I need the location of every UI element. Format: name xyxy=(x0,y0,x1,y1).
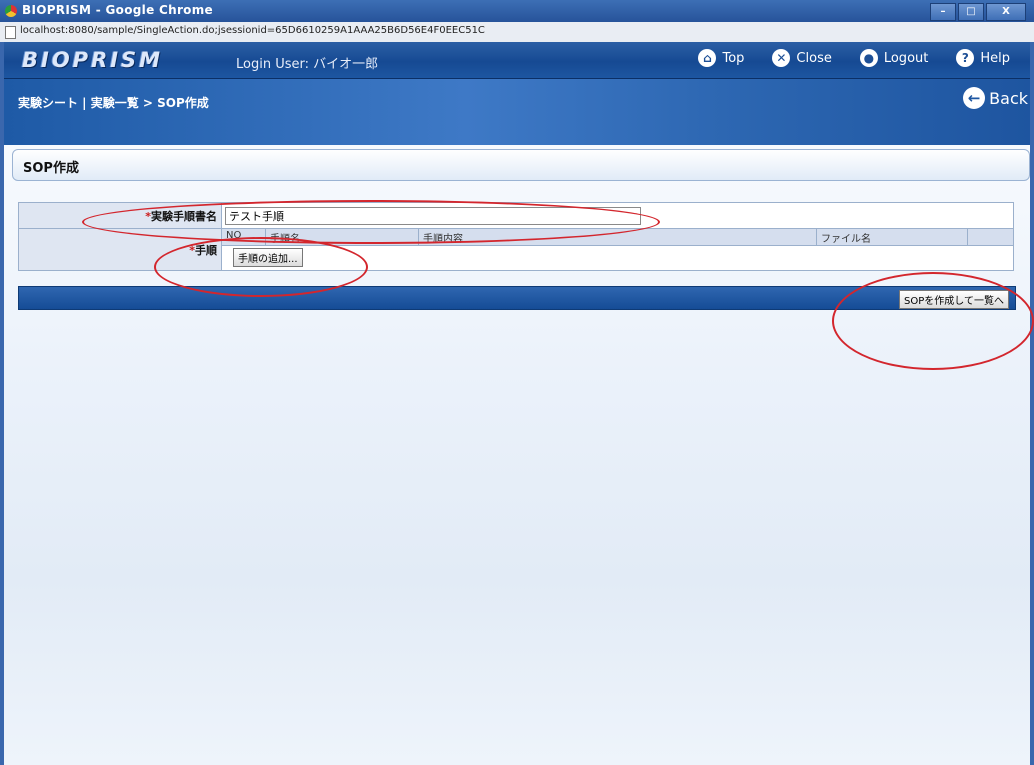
page-icon xyxy=(5,26,16,39)
back-arrow-icon: ← xyxy=(963,87,986,109)
window-titlebar: BIOPRISM - Google Chrome – □ X xyxy=(0,0,1034,22)
sop-name-label: *実験手順書名 xyxy=(18,202,222,229)
steps-table-body: 手順の追加... xyxy=(222,246,1013,270)
window-controls: – □ X xyxy=(930,3,1026,21)
bioprism-logo: BIOPRISM xyxy=(22,48,164,72)
address-bar[interactable]: localhost:8080/sample/SingleAction.do;js… xyxy=(0,22,1034,43)
create-sop-button[interactable]: SOPを作成して一覧へ xyxy=(899,290,1009,309)
sop-form-table: *実験手順書名 *手順 NO 手順名 手順内容 ファイル名 手順の追加... xyxy=(18,202,1014,271)
main-content: SOP作成 *実験手順書名 *手順 NO 手順名 手順内容 ファイル名 xyxy=(4,145,1030,765)
col-step-name: 手順名 xyxy=(266,229,419,245)
section-header: SOP作成 xyxy=(12,149,1030,181)
login-user-label: Login User: バイオ一郎 xyxy=(236,57,379,72)
nav-help-label: Help xyxy=(980,50,1010,66)
steps-label-text: 手順 xyxy=(195,243,217,257)
close-window-button[interactable]: X xyxy=(986,3,1026,21)
window-border-right xyxy=(1030,42,1034,765)
col-step-content: 手順内容 xyxy=(419,229,817,245)
chrome-app-icon xyxy=(5,5,17,17)
header-nav: ⌂ Top ✕ Close ● Logout ? Help xyxy=(670,49,1010,67)
sop-name-cell xyxy=(221,202,1014,229)
nav-help-link[interactable]: ? Help xyxy=(956,49,1010,67)
steps-table-header: NO 手順名 手順内容 ファイル名 xyxy=(222,229,1013,246)
steps-cell: NO 手順名 手順内容 ファイル名 手順の追加... xyxy=(221,228,1014,271)
nav-top-link[interactable]: ⌂ Top xyxy=(698,49,744,67)
col-file-name: ファイル名 xyxy=(817,229,968,245)
col-extra xyxy=(968,229,1013,245)
sop-name-label-text: 実験手順書名 xyxy=(151,209,217,223)
add-step-button[interactable]: 手順の追加... xyxy=(233,248,303,267)
close-icon: ✕ xyxy=(772,49,791,67)
nav-close-link[interactable]: ✕ Close xyxy=(772,49,832,67)
action-bar: SOPを作成して一覧へ xyxy=(18,286,1016,310)
window-title: BIOPRISM - Google Chrome xyxy=(22,3,213,17)
breadcrumb-band: 実験シート | 実験一覧 > SOP作成 ← Back xyxy=(4,79,1030,145)
page-title: SOP作成 xyxy=(23,161,79,176)
logout-icon: ● xyxy=(859,49,878,67)
maximize-button[interactable]: □ xyxy=(958,3,984,21)
nav-top-label: Top xyxy=(722,50,745,66)
col-no: NO xyxy=(222,229,266,245)
app-header: BIOPRISM Login User: バイオ一郎 ⌂ Top ✕ Close… xyxy=(4,42,1030,79)
home-icon: ⌂ xyxy=(698,49,717,67)
sop-name-input[interactable] xyxy=(225,206,641,225)
nav-logout-label: Logout xyxy=(883,50,929,66)
steps-label: *手順 xyxy=(18,228,222,271)
nav-logout-link[interactable]: ● Logout xyxy=(859,49,929,67)
minimize-button[interactable]: – xyxy=(930,3,956,21)
breadcrumb[interactable]: 実験シート | 実験一覧 > SOP作成 xyxy=(18,94,209,111)
back-label: Back xyxy=(989,88,1028,108)
url-text[interactable]: localhost:8080/sample/SingleAction.do;js… xyxy=(20,25,485,36)
back-button[interactable]: ← Back xyxy=(963,87,1028,109)
help-icon: ? xyxy=(956,49,975,67)
nav-close-label: Close xyxy=(796,50,832,66)
